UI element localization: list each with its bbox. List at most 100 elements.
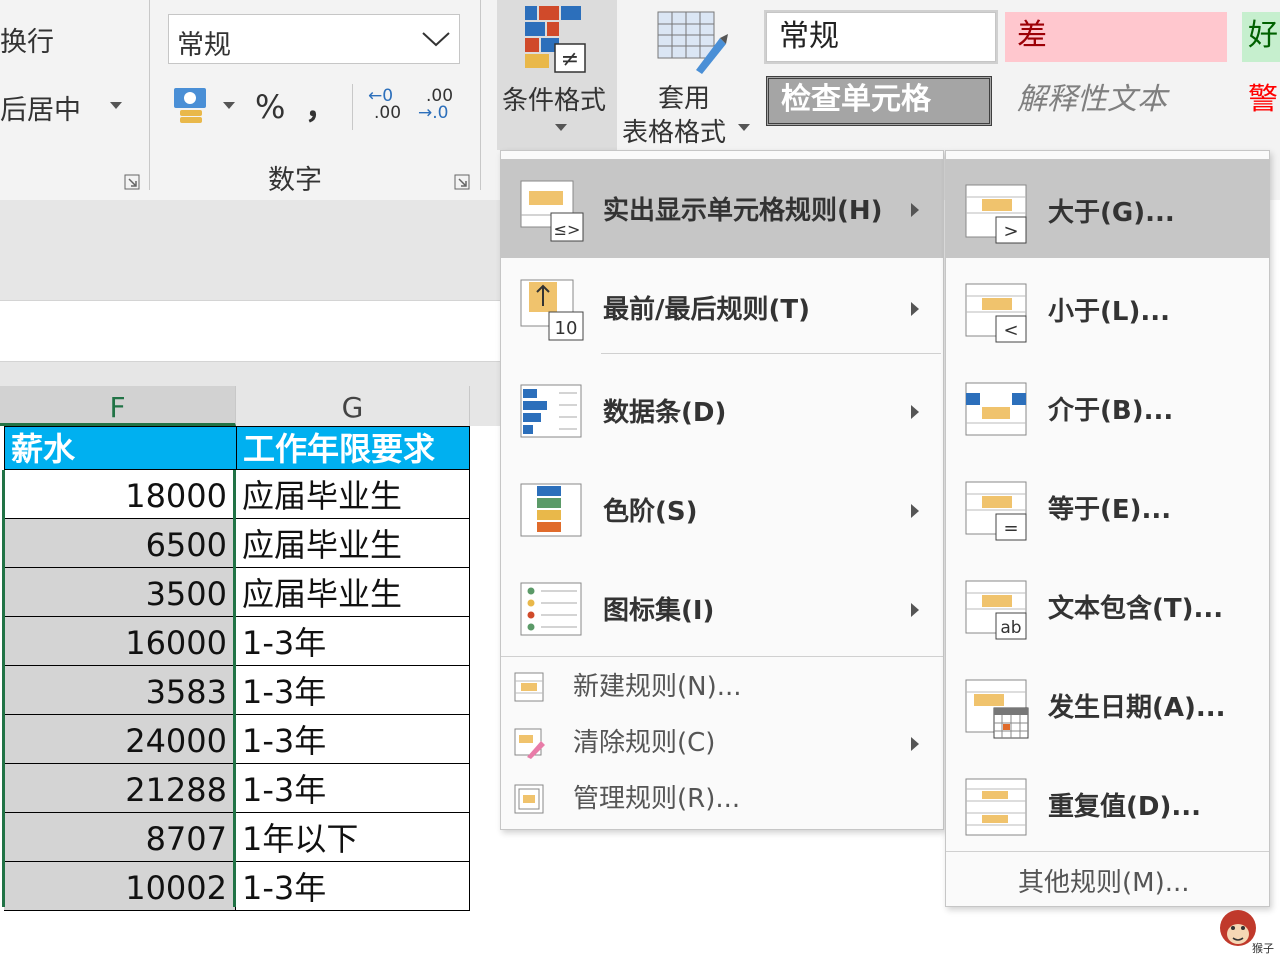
salary-cell[interactable]: 6500 [4, 519, 236, 568]
text-contains-icon: ab [965, 580, 1027, 640]
alignment-launcher-icon[interactable] [124, 174, 140, 190]
equal-to-icon: = [965, 481, 1027, 541]
wrap-text-button[interactable]: 换行 [0, 20, 54, 59]
submenu-item-text-contains[interactable]: ab 文本包含(T)... [946, 555, 1269, 654]
style-good[interactable]: 好 [1242, 12, 1280, 62]
svg-text:>: > [1003, 221, 1018, 242]
table-row: 6500 应届毕业生 [0, 519, 470, 568]
conditional-formatting-button[interactable]: ≠ 条件格式 [497, 0, 617, 150]
table-row: 16000 1-3年 [0, 617, 470, 666]
header-cell-experience[interactable]: 工作年限要求 [236, 426, 470, 470]
salary-cell[interactable]: 3583 [4, 666, 236, 715]
column-header-f[interactable]: F [0, 386, 236, 426]
merge-center-button[interactable]: 后居中 [0, 88, 81, 127]
submenu-arrow-icon [911, 737, 919, 751]
less-than-icon: < [965, 283, 1027, 343]
svg-text:≠: ≠ [561, 47, 579, 72]
format-as-table-dropdown-icon [738, 124, 750, 131]
salary-cell[interactable]: 21288 [4, 764, 236, 813]
submenu-item-duplicate-values[interactable]: 重复值(D)... [946, 753, 1269, 852]
menu-item-clear-rules[interactable]: 清除规则(C) [501, 715, 943, 771]
column-header-filler [470, 386, 500, 426]
submenu-item-greater-than[interactable]: > 大于(G)... [946, 159, 1269, 258]
menu-item-top-bottom-rules[interactable]: 10 最前/最后规则(T) [501, 258, 943, 357]
style-explanatory[interactable]: 解释性文本 [1005, 76, 1227, 126]
experience-cell[interactable]: 应届毕业生 [236, 568, 470, 617]
number-launcher-icon[interactable] [454, 174, 470, 190]
accounting-dropdown-icon[interactable] [223, 102, 235, 110]
color-scales-icon [520, 483, 582, 537]
experience-cell[interactable]: 1年以下 [236, 813, 470, 862]
format-as-table-button[interactable]: 套用 表格格式 [620, 0, 760, 150]
svg-text:ab: ab [1000, 618, 1021, 638]
increase-decimal-bottom: .00 [374, 103, 402, 123]
experience-cell[interactable]: 应届毕业生 [236, 470, 470, 519]
percent-style-button[interactable]: % [255, 88, 285, 126]
menu-item-new-rule[interactable]: 新建规则(N)... [501, 659, 943, 715]
experience-cell[interactable]: 1-3年 [236, 617, 470, 666]
experience-cell[interactable]: 1-3年 [236, 764, 470, 813]
experience-cell[interactable]: 1-3年 [236, 666, 470, 715]
style-normal[interactable]: 常规 [764, 10, 998, 64]
menu-item-label: 最前/最后规则(T) [603, 295, 810, 325]
menu-item-color-scales[interactable]: 色阶(S) [501, 460, 943, 559]
salary-cell[interactable]: 3500 [4, 568, 236, 617]
accounting-format-icon[interactable] [172, 86, 220, 126]
group-separator [149, 0, 150, 190]
experience-cell[interactable]: 1-3年 [236, 862, 470, 911]
salary-cell[interactable]: 18000 [4, 470, 236, 519]
style-warning[interactable]: 警 [1242, 76, 1280, 126]
data-bars-icon [520, 384, 582, 438]
style-bad[interactable]: 差 [1005, 12, 1227, 62]
salary-cell[interactable]: 8707 [4, 813, 236, 862]
merge-dropdown-icon[interactable] [110, 102, 122, 110]
salary-cell[interactable]: 10002 [4, 862, 236, 911]
submenu-item-date-occurring[interactable]: 发生日期(A)... [946, 654, 1269, 753]
menu-item-icon-sets[interactable]: 图标集(I) [501, 559, 943, 658]
salary-cell[interactable]: 24000 [4, 715, 236, 764]
between-icon [965, 382, 1027, 436]
decrease-decimal-button[interactable]: .00 →.0 [418, 88, 458, 126]
highlight-rules-submenu: > 大于(G)... < 小于(L)... 介于(B)... = 等于(E)..… [945, 150, 1270, 907]
new-rule-icon [514, 672, 544, 702]
submenu-item-between[interactable]: 介于(B)... [946, 357, 1269, 456]
svg-text:=: = [1003, 518, 1018, 539]
format-as-table-label-2: 表格格式 [622, 118, 727, 148]
submenu-item-label: 等于(E)... [1048, 495, 1172, 525]
format-as-table-icon [657, 11, 728, 74]
submenu-separator [946, 851, 1269, 852]
svg-text:<: < [1003, 320, 1018, 341]
greater-than-icon: > [965, 184, 1027, 244]
decrease-decimal-bottom: →.0 [418, 103, 449, 123]
comma-style-button[interactable]: ， [305, 82, 337, 128]
header-cell-salary[interactable]: 薪水 [4, 426, 237, 470]
submenu-item-label: 大于(G)... [1048, 198, 1175, 228]
menu-item-label: 图标集(I) [603, 596, 715, 626]
ribbon-collapsed-area [0, 200, 500, 300]
table-row: 3583 1-3年 [0, 666, 470, 715]
submenu-item-less-than[interactable]: < 小于(L)... [946, 258, 1269, 357]
experience-cell[interactable]: 1-3年 [236, 715, 470, 764]
salary-cell[interactable]: 16000 [4, 617, 236, 666]
menu-item-highlight-cells-rules[interactable]: ≤> 实出显示单元格规则(H) [501, 159, 943, 258]
submenu-item-equal-to[interactable]: = 等于(E)... [946, 456, 1269, 555]
menu-item-manage-rules[interactable]: 管理规则(R)... [501, 771, 943, 827]
submenu-arrow-icon [911, 504, 919, 518]
wrap-text-label: 换行 [0, 27, 54, 58]
table-row: 24000 1-3年 [0, 715, 470, 764]
conditional-formatting-dropdown-icon [555, 124, 567, 131]
increase-decimal-button[interactable]: ←0 .00 [368, 88, 404, 126]
menu-item-label: 数据条(D) [603, 398, 727, 428]
manage-rules-icon [514, 784, 544, 814]
number-format-select[interactable]: 常规 [168, 14, 460, 64]
submenu-item-more-rules[interactable]: 其他规则(M)... [1018, 859, 1190, 907]
column-header-g[interactable]: G [236, 386, 470, 426]
experience-cell[interactable]: 应届毕业生 [236, 519, 470, 568]
data-grid: 18000 应届毕业生 6500 应届毕业生 3500 应届毕业生 16000 … [0, 470, 470, 911]
icon-sets-icon [520, 582, 582, 636]
formula-bar[interactable] [0, 300, 500, 362]
menu-item-data-bars[interactable]: 数据条(D) [501, 361, 943, 460]
menu-item-label: 实出显示单元格规则(H) [603, 196, 883, 226]
number-format-value: 常规 [177, 30, 231, 61]
style-check-cell[interactable]: 检查单元格 [766, 76, 992, 126]
